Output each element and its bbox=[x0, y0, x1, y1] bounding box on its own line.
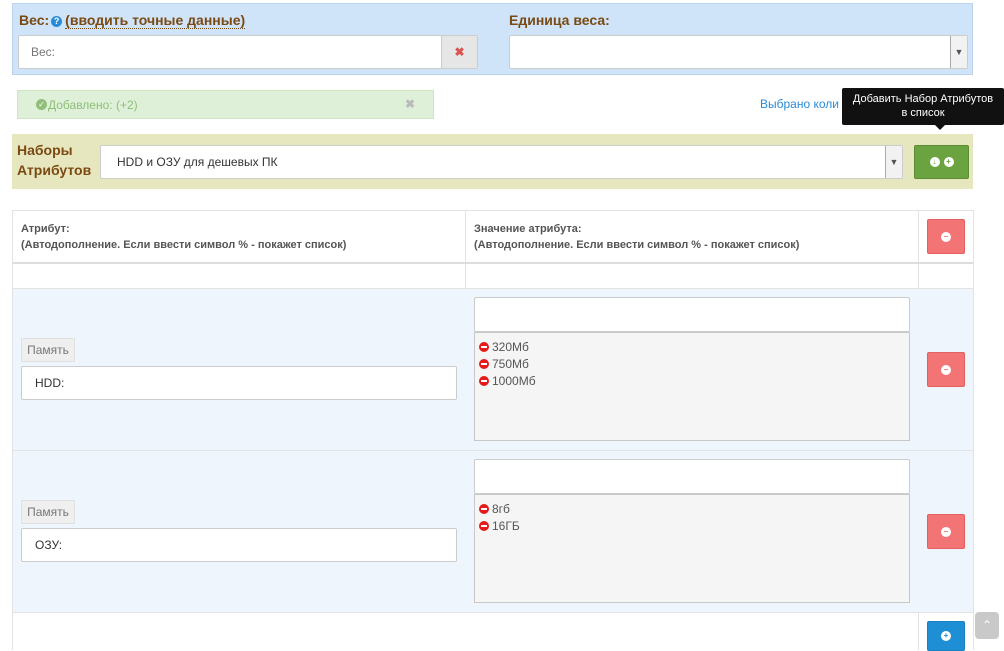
attribute-table: Атрибут: (Автодополнение. Если ввести си… bbox=[12, 210, 974, 651]
weight-input-group: ✖ bbox=[18, 35, 478, 69]
remove-circle-icon[interactable] bbox=[479, 503, 489, 514]
value-list: 8гб 16ГБ bbox=[474, 494, 910, 603]
minus-circle-icon: − bbox=[941, 364, 951, 375]
attribute-input[interactable]: ОЗУ: bbox=[21, 528, 457, 562]
remove-row-button[interactable]: − bbox=[927, 352, 965, 387]
close-icon: ✖ bbox=[454, 45, 465, 59]
close-icon[interactable]: ✖ bbox=[405, 97, 415, 111]
weight-input[interactable] bbox=[19, 36, 442, 68]
chevron-up-icon: ⌃ bbox=[981, 618, 993, 632]
remove-circle-icon[interactable] bbox=[479, 520, 489, 531]
attribute-group-tag: Память bbox=[21, 338, 75, 362]
list-item: 1000Мб bbox=[479, 372, 905, 389]
value-item-text: 16ГБ bbox=[492, 518, 520, 533]
header-value-title: Значение атрибута: bbox=[474, 223, 582, 235]
added-alert: ✓ Добавлено: (+2) ✖ bbox=[17, 90, 434, 119]
remove-all-button[interactable]: − bbox=[927, 219, 965, 254]
weight-panel: Вес:? (вводить точные данные) Единица вес… bbox=[12, 3, 973, 75]
weight-label: Вес:? (вводить точные данные) bbox=[19, 12, 246, 29]
table-row: Память HDD: 320Мб 750Мб 1000Мб − bbox=[13, 289, 973, 451]
unit-select[interactable]: ▼ bbox=[509, 35, 968, 69]
value-input[interactable] bbox=[474, 297, 910, 332]
attribute-set-select-value: HDD и ОЗУ для дешевых ПК bbox=[117, 155, 278, 169]
list-item: 8гб bbox=[479, 500, 905, 517]
weight-label-text: Вес: bbox=[19, 12, 50, 28]
plus-circle-icon: + bbox=[941, 631, 951, 641]
attribute-set-select[interactable]: HDD и ОЗУ для дешевых ПК ▼ bbox=[100, 145, 903, 179]
table-row: Память ОЗУ: 8гб 16ГБ − bbox=[13, 451, 973, 613]
attribute-sets-bar: Наборы Атрибутов HDD и ОЗУ для дешевых П… bbox=[12, 134, 973, 189]
attribute-sets-label-line2: Атрибутов bbox=[17, 162, 92, 178]
add-set-tooltip: Добавить Набор Атрибутов в список bbox=[842, 88, 1004, 130]
minus-circle-icon: − bbox=[941, 231, 951, 242]
list-item: 750Мб bbox=[479, 355, 905, 372]
table-header: Атрибут: (Автодополнение. Если ввести си… bbox=[13, 210, 973, 264]
table-row-empty bbox=[13, 264, 973, 289]
header-value: Значение атрибута: (Автодополнение. Если… bbox=[474, 221, 799, 253]
header-attribute: Атрибут: (Автодополнение. Если ввести си… bbox=[21, 221, 346, 253]
unit-label: Единица веса: bbox=[509, 12, 610, 28]
value-item-text: 8гб bbox=[492, 501, 510, 516]
attribute-sets-label: Наборы Атрибутов bbox=[17, 140, 91, 180]
tooltip-line1: Добавить Набор Атрибутов bbox=[852, 93, 994, 105]
attribute-sets-label-line1: Наборы bbox=[17, 142, 73, 158]
attribute-group-tag: Память bbox=[21, 500, 75, 524]
header-value-hint: (Автодополнение. Если ввести символ % - … bbox=[474, 239, 800, 251]
weight-hint: (вводить точные данные) bbox=[65, 12, 246, 29]
tooltip-line2: в список bbox=[901, 107, 945, 119]
value-list: 320Мб 750Мб 1000Мб bbox=[474, 332, 910, 441]
value-item-text: 750Мб bbox=[492, 356, 529, 371]
remove-circle-icon[interactable] bbox=[479, 358, 489, 369]
header-attribute-title: Атрибут: bbox=[21, 223, 70, 235]
add-attribute-set-button[interactable]: ↓ + bbox=[914, 145, 969, 179]
remove-row-button[interactable]: − bbox=[927, 514, 965, 549]
check-circle-icon: ✓ bbox=[36, 99, 47, 110]
remove-circle-icon[interactable] bbox=[479, 375, 489, 386]
plus-circle-icon: + bbox=[943, 157, 954, 167]
attribute-input[interactable]: HDD: bbox=[21, 366, 457, 400]
value-input[interactable] bbox=[474, 459, 910, 494]
header-attribute-hint: (Автодополнение. Если ввести символ % - … bbox=[21, 239, 347, 251]
scroll-to-top-button[interactable]: ⌃ bbox=[975, 612, 999, 639]
chevron-down-icon[interactable]: ▼ bbox=[950, 36, 967, 68]
clear-weight-button[interactable]: ✖ bbox=[441, 36, 477, 68]
list-item: 16ГБ bbox=[479, 517, 905, 534]
question-circle-icon[interactable]: ? bbox=[51, 16, 63, 27]
added-alert-text: Добавлено: (+2) bbox=[48, 98, 138, 112]
chevron-down-icon[interactable]: ▼ bbox=[885, 146, 902, 178]
list-item: 320Мб bbox=[479, 338, 905, 355]
value-item-text: 320Мб bbox=[492, 339, 529, 354]
value-item-text: 1000Мб bbox=[492, 373, 536, 388]
remove-circle-icon[interactable] bbox=[479, 341, 489, 352]
selected-count-link[interactable]: Выбрано коли bbox=[760, 97, 839, 111]
arrow-circle-down-icon: ↓ bbox=[929, 157, 940, 167]
add-row-button[interactable]: + bbox=[927, 621, 965, 651]
minus-circle-icon: − bbox=[941, 526, 951, 537]
